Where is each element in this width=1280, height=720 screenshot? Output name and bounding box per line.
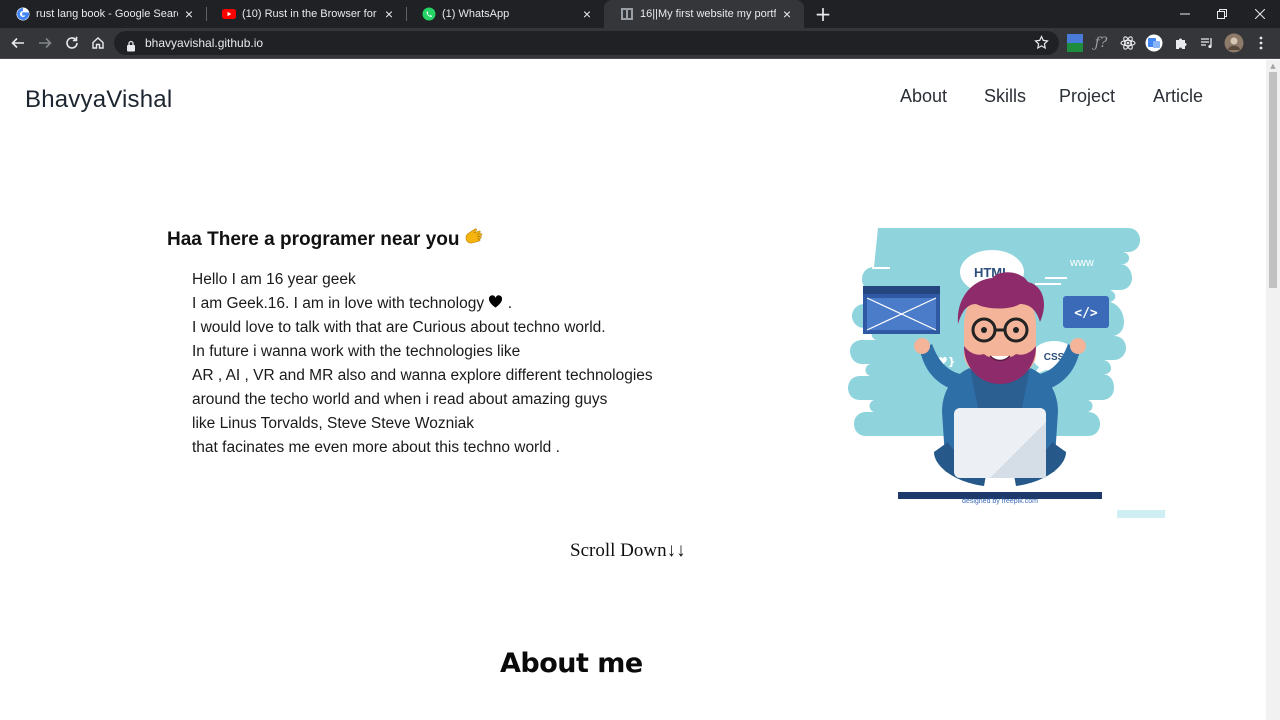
- new-tab-plus-icon[interactable]: +: [812, 3, 834, 25]
- minimize-icon[interactable]: [1166, 0, 1204, 28]
- waving-hand-icon: [463, 226, 485, 254]
- intro-line: Hello I am 16 year geek: [192, 271, 356, 288]
- google-icon: [16, 7, 30, 21]
- page-viewport: BhavyaVishal About Skills Project Articl…: [0, 60, 1266, 720]
- url-text[interactable]: bhavyavishal.github.io: [145, 36, 263, 50]
- restore-icon[interactable]: [1203, 0, 1241, 28]
- nav-skills-link[interactable]: Skills: [984, 86, 1026, 107]
- translate-extension-icon[interactable]: [1144, 33, 1164, 53]
- intro-line: that facinates me even more about this t…: [192, 439, 560, 456]
- intro-line: AR , AI , VR and MR also and wanna explo…: [192, 367, 653, 384]
- www-label: www: [1069, 257, 1094, 269]
- home-icon[interactable]: [86, 32, 110, 54]
- nav-project-link[interactable]: Project: [1059, 86, 1115, 107]
- scroll-up-arrow-icon[interactable]: ▲: [1269, 62, 1277, 70]
- bookmark-star-icon[interactable]: [1034, 35, 1049, 54]
- close-tab-icon[interactable]: ×: [382, 6, 396, 22]
- page-scrollbar[interactable]: ▲: [1266, 60, 1280, 720]
- formula-extension-icon[interactable]: ƒ?: [1091, 33, 1111, 53]
- address-bar[interactable]: bhavyavishal.github.io: [114, 31, 1059, 55]
- youtube-icon: [222, 7, 236, 21]
- react-devtools-icon[interactable]: [1118, 33, 1138, 53]
- intro-line: like Linus Torvalds, Steve Steve Wozniak: [192, 415, 475, 432]
- scrollbar-thumb[interactable]: [1269, 72, 1277, 288]
- hero-intro: Hello I am 16 year geek I am Geek.16. I …: [192, 268, 653, 460]
- forward-icon[interactable]: [33, 32, 57, 54]
- tab-youtube[interactable]: (10) Rust in the Browser for JavaS ×: [206, 0, 406, 28]
- back-icon[interactable]: [6, 32, 30, 54]
- browser-toolbar: bhavyavishal.github.io 13d ƒ?: [0, 28, 1280, 81]
- menu-kebab-icon[interactable]: [1251, 33, 1271, 53]
- about-me-heading: About me: [500, 648, 643, 679]
- intro-line-heart: I am Geek.16. I am in love with technolo…: [192, 295, 513, 312]
- code-tag-label: </>: [1074, 306, 1098, 321]
- nav-about-link[interactable]: About: [900, 86, 947, 107]
- tab-google-search[interactable]: rust lang book - Google Search ×: [0, 0, 206, 28]
- hero-heading: Haa There a programer near you: [167, 226, 485, 254]
- extensions-puzzle-icon[interactable]: [1171, 33, 1191, 53]
- profile-avatar-icon[interactable]: [1224, 33, 1244, 53]
- media-control-icon[interactable]: [1197, 33, 1217, 53]
- freepik-credit: designed by freepik.com: [962, 498, 1038, 505]
- tab-strip: rust lang book - Google Search × (10) Ru…: [0, 0, 1280, 28]
- site-favicon-icon: [620, 7, 634, 21]
- tab-portfolio-active[interactable]: 16||My first website my portfolio ×: [604, 0, 804, 28]
- close-tab-icon[interactable]: ×: [780, 6, 794, 22]
- hero-heading-text: Haa There a programer near you: [167, 229, 460, 250]
- black-heart-icon: [488, 295, 503, 312]
- extension-calendar-icon[interactable]: [1065, 33, 1085, 53]
- tab-whatsapp[interactable]: (1) WhatsApp ×: [406, 0, 604, 28]
- close-tab-icon[interactable]: ×: [182, 6, 196, 22]
- intro-line: I would love to talk with that are Curio…: [192, 319, 606, 336]
- scroll-down-hint[interactable]: Scroll Down↓↓: [570, 540, 686, 562]
- window-close-icon[interactable]: [1241, 0, 1279, 28]
- site-brand-logo[interactable]: BhavyaVishal: [25, 86, 172, 114]
- intro-line: around the techo world and when i read a…: [192, 391, 608, 408]
- close-tab-icon[interactable]: ×: [580, 6, 594, 22]
- developer-illustration: HTML www </> CSS {♥} designed by freepik…: [848, 228, 1165, 518]
- lock-icon[interactable]: [126, 37, 136, 56]
- intro-line: In future i wanna work with the technolo…: [192, 343, 521, 360]
- reload-icon[interactable]: [60, 32, 84, 54]
- whatsapp-icon: [422, 7, 436, 21]
- nav-article-link[interactable]: Article: [1153, 86, 1203, 107]
